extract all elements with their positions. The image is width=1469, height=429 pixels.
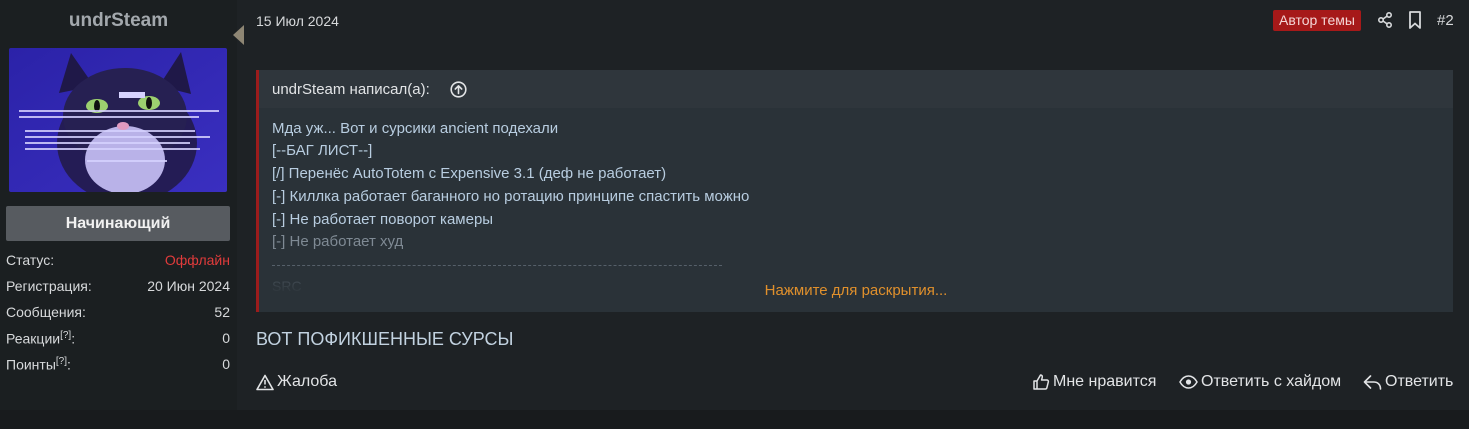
report-button[interactable]: Жалоба — [256, 371, 337, 393]
quote-line: [-] Киллка работает баганного но ротацию… — [272, 188, 750, 205]
quote-line: [--БАГ ЛИСТ--] — [272, 142, 373, 159]
reply-button[interactable]: Ответить — [1363, 371, 1453, 393]
thumbs-up-icon — [1033, 374, 1050, 390]
stat-colon: : — [67, 356, 71, 373]
stat-value: 0 — [222, 356, 230, 372]
avatar[interactable] — [9, 48, 227, 192]
quote-line: [/] Перенёс AutoTotem с Expensive 3.1 (д… — [272, 165, 667, 182]
stat-label-text: Поинты — [6, 356, 56, 373]
quote-header: undrSteam написал(а): — [259, 70, 1453, 108]
reply-icon — [1363, 374, 1382, 390]
like-label: Мне нравится — [1053, 373, 1157, 390]
stat-label-text: Реакции — [6, 330, 61, 347]
help-link[interactable]: [?] — [60, 330, 71, 341]
stat-label: Статус: — [6, 252, 55, 268]
rank-badge: Начинающий — [6, 206, 230, 241]
quote-line: [-] Не работает поворот камеры — [272, 211, 494, 228]
reply-hide-label: Ответить с хайдом — [1201, 373, 1342, 390]
user-sidebar: undrSteam Начинающий Статус: Оффлайн Рег… — [0, 0, 237, 410]
stat-row-registration: Регистрация: 20 Июн 2024 — [6, 278, 230, 298]
stat-label: Сообщения: — [6, 304, 86, 320]
post-container: undrSteam Начинающий Статус: Оффлайн Рег… — [0, 0, 1469, 410]
quote-divider — [272, 265, 722, 266]
post-number-link[interactable]: #2 — [1437, 12, 1454, 29]
stat-row-reactions: Реакции[?]: 0 — [6, 330, 230, 350]
post-date[interactable]: 15 Июл 2024 — [256, 13, 339, 29]
stat-value[interactable]: 52 — [214, 304, 230, 320]
quote-block: undrSteam написал(а): Мда уж... Вот и су… — [256, 70, 1453, 312]
username[interactable]: undrSteam — [0, 10, 237, 32]
stat-row-points: Поинты[?]: 0 — [6, 356, 230, 376]
bookmark-icon[interactable] — [1408, 11, 1422, 29]
reply-label: Ответить — [1385, 373, 1454, 390]
like-button[interactable]: Мне нравится — [1032, 371, 1156, 393]
eye-icon — [1179, 375, 1198, 389]
quote-line: [-] Не работает худ — [272, 233, 404, 250]
warning-icon — [256, 374, 274, 390]
stat-row-status: Статус: Оффлайн — [6, 252, 230, 272]
stat-value: 20 Июн 2024 — [147, 278, 230, 294]
quote-line: Мда уж... Вот и сурсики ancient подехали — [272, 120, 559, 137]
post-body-text: ВОТ ПОФИКШЕННЫЕ СУРСЫ — [256, 329, 514, 349]
arrow-up-circle-icon[interactable] — [450, 81, 467, 98]
stat-label: Реакции[?]: — [6, 330, 75, 347]
stat-value: 0 — [222, 330, 230, 346]
quote-author[interactable]: undrSteam написал(а): — [272, 81, 430, 98]
reply-hide-button[interactable]: Ответить с хайдом — [1179, 371, 1341, 393]
stat-label: Поинты[?]: — [6, 356, 71, 373]
help-link[interactable]: [?] — [56, 356, 67, 367]
stat-label: Регистрация: — [6, 278, 92, 294]
expand-quote-link[interactable]: Нажмите для раскрытия... — [259, 282, 1453, 299]
stat-row-messages: Сообщения: 52 — [6, 304, 230, 324]
share-icon[interactable] — [1377, 12, 1393, 28]
author-badge: Автор темы — [1273, 10, 1361, 31]
stat-colon: : — [71, 330, 76, 347]
status-value: Оффлайн — [164, 252, 230, 268]
report-label: Жалоба — [277, 373, 337, 390]
sidebar-pointer — [233, 25, 244, 45]
bottom-separator — [0, 410, 1469, 429]
